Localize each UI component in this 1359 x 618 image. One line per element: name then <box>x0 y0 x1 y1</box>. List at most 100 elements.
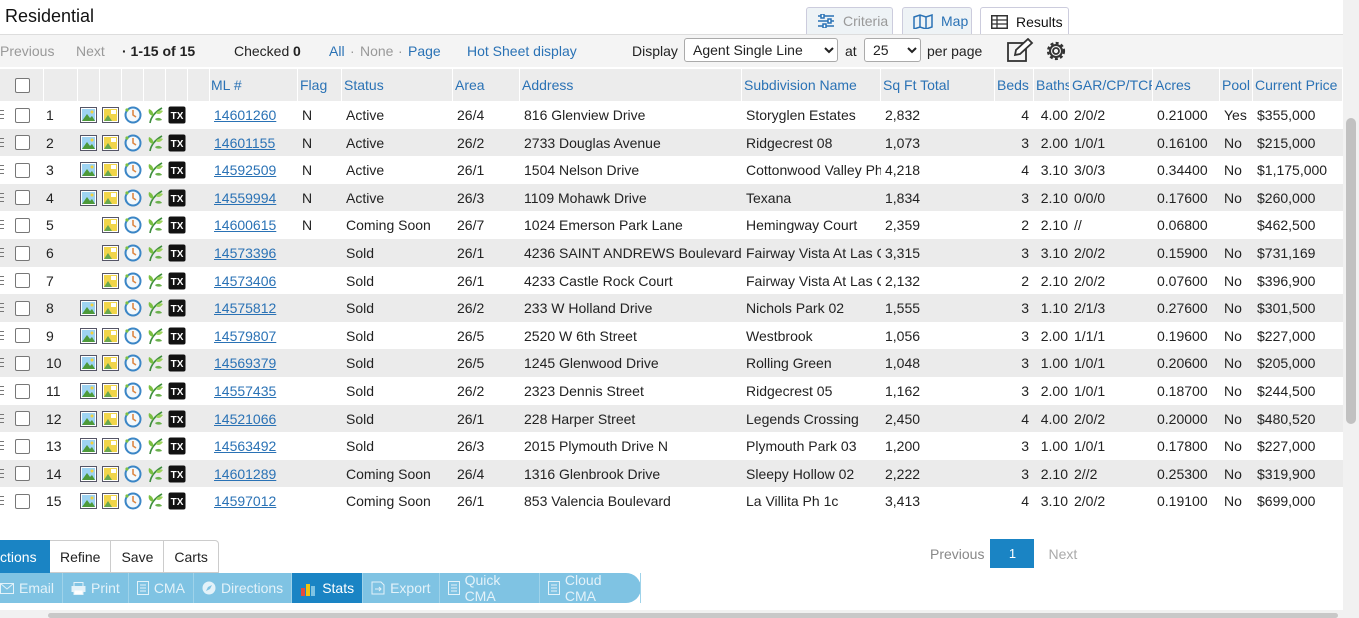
header-address[interactable]: Address <box>520 69 742 101</box>
virtual-tour-icon[interactable] <box>102 294 122 322</box>
select-all-checkbox[interactable] <box>15 77 30 93</box>
history-icon[interactable] <box>124 211 144 239</box>
history-icon[interactable] <box>124 405 144 433</box>
table-row[interactable]: 4 TX 14559994 N Active 26/3 1109 Mohawk Drive T… <box>0 183 1343 212</box>
next-link[interactable]: Next <box>76 43 105 59</box>
ml-number-link[interactable]: 14601155 <box>214 135 275 151</box>
tab-actions[interactable]: ctions <box>0 540 50 573</box>
virtual-tour-icon[interactable] <box>102 432 122 460</box>
table-row[interactable]: 10 TX 14569379 Sold 26/5 1245 Glenwood Drive R… <box>0 349 1343 378</box>
photo-icon[interactable] <box>80 349 100 377</box>
row-checkbox[interactable] <box>15 162 30 178</box>
ml-number-link[interactable]: 14579807 <box>214 328 276 344</box>
row-checkbox[interactable] <box>15 466 30 482</box>
pager-previous[interactable]: Previous <box>928 546 986 562</box>
action-email-button[interactable]: Email <box>0 573 64 603</box>
virtual-tour-icon[interactable] <box>102 322 122 350</box>
tab-save[interactable]: Save <box>111 540 165 573</box>
display-select[interactable]: Agent Single Line <box>684 38 838 62</box>
photo-icon[interactable] <box>80 487 100 515</box>
ml-number-link[interactable]: 14563492 <box>214 438 276 454</box>
table-row[interactable]: 1 TX 14601260 N Active 26/4 816 Glenview Drive… <box>0 101 1343 129</box>
green-features-icon[interactable] <box>146 267 166 295</box>
history-icon[interactable] <box>124 156 144 184</box>
action-stats-button[interactable]: Stats <box>292 573 364 603</box>
row-checkbox[interactable] <box>15 383 30 399</box>
table-row[interactable]: 13 TX 14563492 Sold 26/3 2015 Plymouth Drive … <box>0 432 1343 461</box>
ml-number-link[interactable]: 14569379 <box>214 355 276 371</box>
history-icon[interactable] <box>124 322 144 350</box>
per-page-select[interactable]: 25 <box>864 38 921 62</box>
header-sqft[interactable]: Sq Ft Total <box>881 69 995 101</box>
table-row[interactable]: 12 TX 14521066 Sold 26/1 228 Harper Street Leg… <box>0 404 1343 433</box>
row-checkbox[interactable] <box>15 135 30 151</box>
table-row[interactable]: 7 TX 14573406 Sold 26/1 4233 Castle Rock Cour… <box>0 266 1343 295</box>
table-row[interactable]: 3 TX 14592509 N Active 26/1 1504 Nelson Drive C… <box>0 156 1343 185</box>
tx-icon[interactable]: TX <box>168 487 188 515</box>
tx-icon[interactable]: TX <box>168 432 188 460</box>
vertical-scroll-thumb[interactable] <box>1346 118 1356 424</box>
header-price[interactable]: Current Price <box>1253 69 1343 101</box>
history-icon[interactable] <box>124 101 144 129</box>
header-subdivision[interactable]: Subdivision Name <box>742 69 881 101</box>
virtual-tour-icon[interactable] <box>102 349 122 377</box>
history-icon[interactable] <box>124 349 144 377</box>
pager-next[interactable]: Next <box>1048 546 1077 562</box>
green-features-icon[interactable] <box>146 377 166 405</box>
row-checkbox[interactable] <box>15 355 30 371</box>
tx-icon[interactable]: TX <box>168 101 188 129</box>
virtual-tour-icon[interactable] <box>102 460 122 488</box>
action-print-button[interactable]: Print <box>63 573 129 603</box>
edit-icon[interactable] <box>1006 38 1034 64</box>
green-features-icon[interactable] <box>146 129 166 157</box>
green-features-icon[interactable] <box>146 239 166 267</box>
table-row[interactable]: 8 TX 14575812 Sold 26/2 233 W Holland Drive Ni… <box>0 294 1343 323</box>
photo-icon[interactable] <box>80 377 100 405</box>
tx-icon[interactable]: TX <box>168 184 188 212</box>
row-checkbox[interactable] <box>15 273 30 289</box>
history-icon[interactable] <box>124 239 144 267</box>
photo-icon[interactable] <box>80 101 100 129</box>
tab-map[interactable]: Map <box>902 7 972 34</box>
tab-carts[interactable]: Carts <box>164 540 219 573</box>
ml-number-link[interactable]: 14559994 <box>214 190 276 206</box>
green-features-icon[interactable] <box>146 405 166 433</box>
virtual-tour-icon[interactable] <box>102 239 122 267</box>
header-baths[interactable]: Baths <box>1034 69 1070 101</box>
tx-icon[interactable]: TX <box>168 156 188 184</box>
history-icon[interactable] <box>124 487 144 515</box>
action-cma-button[interactable]: CMA <box>129 573 194 603</box>
history-icon[interactable] <box>124 294 144 322</box>
green-features-icon[interactable] <box>146 184 166 212</box>
table-row[interactable]: 2 TX 14601155 N Active 26/2 2733 Douglas Avenu… <box>0 128 1343 157</box>
header-status[interactable]: Status <box>342 69 453 101</box>
row-checkbox[interactable] <box>15 411 30 427</box>
header-area[interactable]: Area <box>453 69 520 101</box>
ml-number-link[interactable]: 14600615 <box>214 217 276 233</box>
green-features-icon[interactable] <box>146 101 166 129</box>
history-icon[interactable] <box>124 267 144 295</box>
tab-criteria[interactable]: Criteria <box>806 7 893 34</box>
virtual-tour-icon[interactable] <box>102 405 122 433</box>
row-checkbox[interactable] <box>15 245 30 261</box>
history-icon[interactable] <box>124 184 144 212</box>
table-row[interactable]: 5 TX 14600615 N Coming Soon 26/7 1024 Emerson … <box>0 211 1343 240</box>
table-row[interactable]: 6 TX 14573396 Sold 26/1 4236 SAINT ANDREWS Bo… <box>0 239 1343 267</box>
header-gar[interactable]: GAR/CP/TCP <box>1070 69 1153 101</box>
row-checkbox[interactable] <box>15 107 30 123</box>
tab-refine[interactable]: Refine <box>50 540 112 573</box>
check-none-link[interactable]: None <box>360 43 393 59</box>
header-beds[interactable]: Beds <box>995 69 1034 101</box>
action-export-button[interactable]: Export <box>363 573 440 603</box>
virtual-tour-icon[interactable] <box>102 101 122 129</box>
history-icon[interactable] <box>124 129 144 157</box>
green-features-icon[interactable] <box>146 349 166 377</box>
header-pool[interactable]: Pool <box>1220 69 1253 101</box>
tx-icon[interactable]: TX <box>168 349 188 377</box>
tx-icon[interactable]: TX <box>168 460 188 488</box>
green-features-icon[interactable] <box>146 156 166 184</box>
tab-results[interactable]: Results <box>980 7 1069 35</box>
action-directions-button[interactable]: Directions <box>194 573 293 603</box>
tx-icon[interactable]: TX <box>168 322 188 350</box>
row-checkbox[interactable] <box>15 493 30 509</box>
